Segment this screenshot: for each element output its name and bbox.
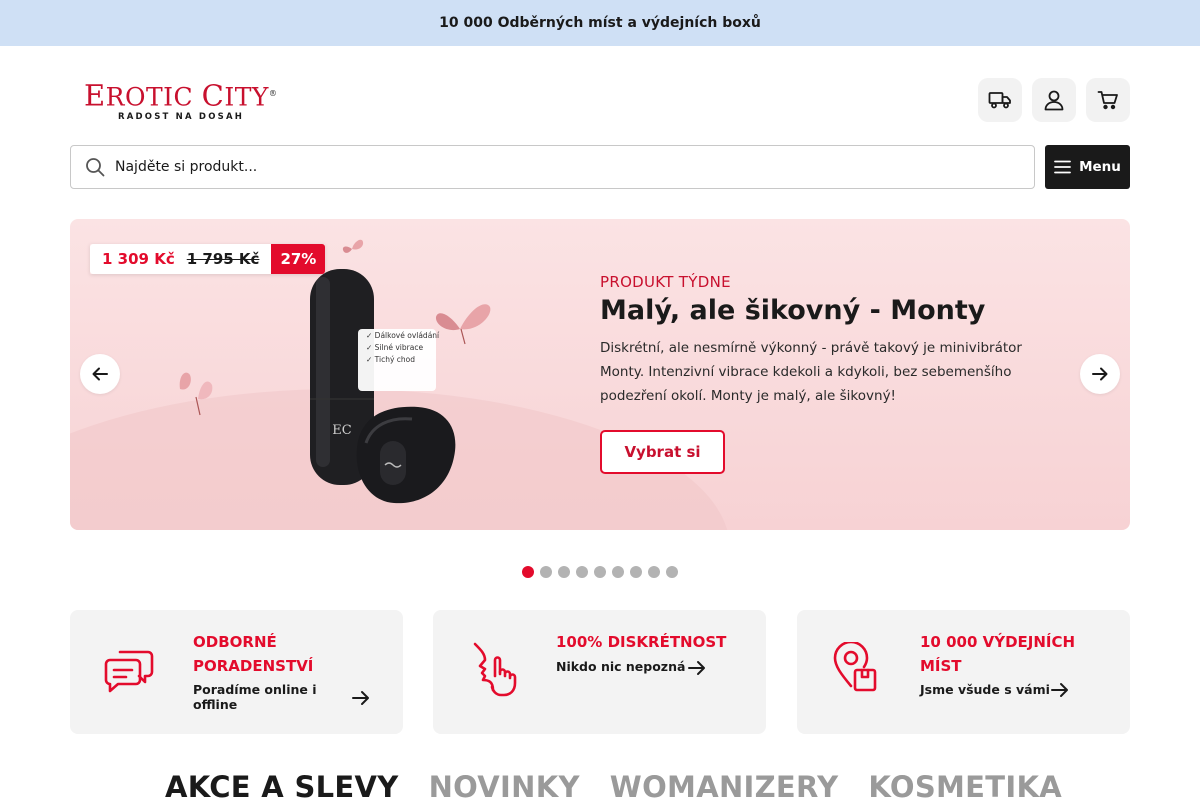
hamburger-icon [1054,160,1071,174]
feature-title: 100% DISKRÉTNOST [556,633,727,651]
category-tabs: AKCE A SLEVY NOVINKY WOMANIZERY KOSMETIK… [165,770,1062,800]
feature-subtitle: Jsme všude s vámi [920,682,1050,697]
carousel-dot[interactable] [612,566,624,578]
tab-novinky[interactable]: NOVINKY [429,770,580,800]
carousel-prev-button[interactable] [80,354,120,394]
hero-eyebrow: PRODUKT TÝDNE [600,273,731,291]
top-info-bar: 10 000 Odběrných míst a výdejních boxů [0,0,1200,46]
carousel-dot[interactable] [648,566,660,578]
carousel-dot[interactable] [558,566,570,578]
top-info-text: 10 000 Odběrných míst a výdejních boxů [439,15,761,31]
feature-card-pickup-points[interactable]: 10 000 VÝDEJNÍCH MÍST Jsme všude s vámi [797,610,1130,734]
hero-banner: 1 309 Kč 1 795 Kč 27% EC ✓ Dálkové ovlád… [70,219,1130,530]
account-button[interactable] [1032,78,1076,122]
butterfly-icon [342,239,364,253]
cart-icon [1097,91,1118,110]
feature-title: 10 000 VÝDEJNÍCH MÍST [920,633,1076,675]
hero-title: Malý, ale šikovný - Monty [600,295,986,326]
search-input[interactable] [115,159,995,175]
carousel-dot[interactable] [594,566,606,578]
svg-text:EC: EC [332,423,351,438]
product-feature-list: ✓ Dálkové ovládání ✓ Silné vibrace ✓ Tic… [366,331,442,365]
carousel-dot[interactable] [666,566,678,578]
carousel-dot[interactable] [630,566,642,578]
tab-akce-a-slevy[interactable]: AKCE A SLEVY [165,770,399,800]
menu-button[interactable]: Menu [1045,145,1130,189]
delivery-button[interactable] [978,78,1022,122]
tab-kosmetika[interactable]: KOSMETIKA [868,770,1062,800]
carousel-dot[interactable] [522,566,534,578]
carousel-next-button[interactable] [1080,354,1120,394]
arrow-left-icon [92,367,108,381]
feature-subtitle: Nikdo nic nepozná [556,659,686,674]
truck-icon [988,92,1011,109]
tab-womanizery[interactable]: WOMANIZERY [610,770,839,800]
logo-tagline: RADOST NA DOSAH [118,112,245,123]
arrow-right-icon [1092,367,1108,381]
product-image[interactable]: EC [170,229,590,529]
feature-subtitle: Poradíme online i offline [193,682,317,712]
arrow-right-icon [688,661,705,675]
product-feature-item: ✓ Tichý chod [366,355,416,364]
search-bar[interactable] [70,145,1035,189]
user-icon [1044,90,1064,111]
chat-bubbles-icon [104,650,154,693]
carousel-pagination [522,566,678,578]
butterfly-icon [435,304,491,345]
product-feature-item: ✓ Silné vibrace [366,343,424,352]
site-logo[interactable]: EROTIC CITY® RADOST NA DOSAH [84,78,278,124]
logo-wordmark: EROTIC CITY® [84,78,278,113]
search-icon [86,158,105,177]
location-package-icon [833,642,877,692]
hero-content: PRODUKT TÝDNE Malý, ale šikovný - Monty … [600,273,1060,474]
feature-title: ODBORNÉ PORADENSTVÍ [193,633,314,675]
butterfly-icon [179,372,213,416]
hero-cta-button[interactable]: Vybrat si [600,430,725,474]
feature-card-advice[interactable]: ODBORNÉ PORADENSTVÍ Poradíme online i of… [70,610,403,734]
cart-button[interactable] [1086,78,1130,122]
arrow-right-icon [352,691,369,705]
feature-card-discretion[interactable]: 100% DISKRÉTNOST Nikdo nic nepozná [433,610,766,734]
carousel-dot[interactable] [576,566,588,578]
arrow-right-icon [1051,683,1068,697]
silence-face-icon [473,642,517,697]
hero-description: Diskrétní, ale nesmírně výkonný - právě … [600,340,1022,404]
carousel-dot[interactable] [540,566,552,578]
product-feature-item: ✓ Dálkové ovládání [366,331,440,340]
menu-label: Menu [1079,159,1121,175]
price-new: 1 309 Kč [102,250,175,268]
